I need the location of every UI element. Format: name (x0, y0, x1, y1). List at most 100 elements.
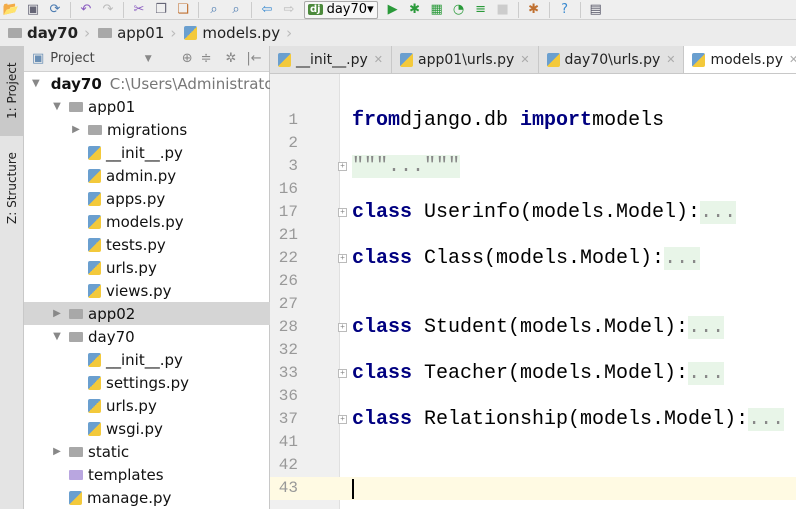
tree-item[interactable]: templates (24, 463, 270, 486)
breadcrumb-models[interactable]: models.py › (184, 24, 292, 42)
tree-item[interactable]: models.py (24, 210, 270, 233)
collapse-arrow-icon[interactable]: ▼ (51, 331, 63, 342)
redo-icon[interactable]: ↷ (97, 1, 119, 19)
tree-item[interactable]: ▶ static (24, 440, 270, 463)
find-icon[interactable]: ⌕ (203, 1, 225, 19)
debug-icon[interactable]: ✱ (404, 1, 426, 19)
copy-icon[interactable]: ❐ (150, 1, 172, 19)
project-view-selector[interactable]: Project (50, 51, 94, 66)
code-line[interactable]: 22 + class Class(models.Model):... (270, 247, 796, 270)
folded-region[interactable]: ... (748, 408, 785, 431)
code-line[interactable]: 16 (270, 178, 796, 201)
code-line[interactable]: 28 + class Student(models.Model):... (270, 316, 796, 339)
folded-region[interactable]: """...""" (352, 155, 461, 178)
paste-icon[interactable]: ❏ (172, 1, 194, 19)
help-icon[interactable]: ? (554, 1, 576, 19)
close-tab-icon[interactable]: ✕ (789, 53, 796, 66)
tree-item[interactable]: settings.py (24, 371, 270, 394)
profile-icon[interactable]: ◔ (448, 1, 470, 19)
undo-icon[interactable]: ↶ (75, 1, 97, 19)
tree-item[interactable]: views.py (24, 279, 270, 302)
sdk-icon[interactable]: ▤ (585, 1, 607, 19)
code-line[interactable]: 43 (270, 477, 796, 500)
code-line[interactable]: 42 (270, 454, 796, 477)
folded-region[interactable]: ... (688, 316, 725, 339)
expand-fold-icon[interactable]: + (338, 323, 347, 332)
expand-fold-icon[interactable]: + (338, 162, 347, 171)
structure-tool-button[interactable]: Z: Structure (0, 141, 24, 236)
close-tab-icon[interactable]: ✕ (520, 53, 529, 66)
tree-item[interactable]: apps.py (24, 187, 270, 210)
close-tab-icon[interactable]: ✕ (666, 53, 675, 66)
tree-item[interactable]: ▶ migrations (24, 118, 270, 141)
tree-item[interactable]: __init__.py (24, 141, 270, 164)
line-number: 36 (278, 387, 298, 405)
code-line[interactable]: 21 (270, 224, 796, 247)
code-line[interactable]: 1 fromdjango.db importmodels (270, 109, 796, 132)
open-folder-icon[interactable]: 📂 (0, 1, 22, 19)
project-tool-button[interactable]: 1: Project (0, 46, 24, 136)
tab-day70-urls-py[interactable]: day70\urls.py ✕ (538, 46, 685, 73)
expand-arrow-icon[interactable]: ▶ (51, 308, 63, 319)
tab-app01-urls-py[interactable]: app01\urls.py ✕ (391, 46, 539, 73)
code-line[interactable]: 36 (270, 385, 796, 408)
collapse-all-icon[interactable]: ≑ (201, 51, 212, 66)
run-configuration-select[interactable]: dj day70 ▾ (304, 0, 378, 19)
expand-fold-icon[interactable]: + (338, 369, 347, 378)
tree-item[interactable]: urls.py (24, 256, 270, 279)
scroll-from-source-icon[interactable]: ⊕ (182, 51, 193, 66)
settings-icon[interactable]: ✱ (523, 1, 545, 19)
code-editor[interactable]: 1 fromdjango.db importmodels 2 3 + """...""" 1… (270, 74, 796, 509)
expand-fold-icon[interactable]: + (338, 415, 347, 424)
concurrency-icon[interactable]: ≡ (470, 1, 492, 19)
code-line[interactable]: 2 (270, 132, 796, 155)
run-icon[interactable]: ▶ (382, 1, 404, 19)
breadcrumb-app01[interactable]: app01 › (98, 24, 176, 42)
back-icon[interactable]: ⇦ (256, 1, 278, 19)
code-line[interactable]: 17 + class Userinfo(models.Model):... (270, 201, 796, 224)
forward-icon[interactable]: ⇨ (278, 1, 300, 19)
code-line[interactable]: 32 (270, 339, 796, 362)
dropdown-icon[interactable]: ▼ (145, 54, 152, 64)
tree-item[interactable]: urls.py (24, 394, 270, 417)
tree-item[interactable]: ▼ app01 (24, 95, 270, 118)
code-line[interactable]: 33 + class Teacher(models.Model):... (270, 362, 796, 385)
tree-item[interactable]: wsgi.py (24, 417, 270, 440)
expand-fold-icon[interactable]: + (338, 254, 347, 263)
code-token: Teacher(models.Model): (412, 362, 689, 385)
folded-region[interactable]: ... (664, 247, 701, 270)
tab-models-py[interactable]: models.py ✕ (684, 46, 796, 73)
expand-fold-icon[interactable]: + (338, 208, 347, 217)
replace-icon[interactable]: ⌕ (225, 1, 247, 19)
coverage-icon[interactable]: ▦ (426, 1, 448, 19)
tree-item[interactable]: ▼ day70 C:\Users\Administrator\ (24, 72, 285, 95)
code-line[interactable]: 37 + class Relationship(models.Model):... (270, 408, 796, 431)
code-line[interactable]: 3 + """...""" (270, 155, 796, 178)
hide-icon[interactable]: |← (246, 51, 261, 66)
collapse-arrow-icon[interactable]: ▼ (32, 78, 40, 89)
tree-item[interactable]: ▶ app02 (24, 302, 270, 325)
close-tab-icon[interactable]: ✕ (374, 53, 383, 66)
breadcrumb-label: day70 (27, 24, 79, 42)
code-line[interactable]: 41 (270, 431, 796, 454)
tree-item[interactable]: admin.py (24, 164, 270, 187)
tab-label: day70\urls.py (564, 51, 661, 68)
breadcrumb-day70[interactable]: day70 › (8, 24, 90, 42)
tree-item[interactable]: ▼ day70 (24, 325, 270, 348)
code-line[interactable]: 27 (270, 293, 796, 316)
tab--init-py[interactable]: __init__.py ✕ (270, 46, 392, 73)
tree-item[interactable]: manage.py (24, 486, 270, 509)
expand-arrow-icon[interactable]: ▶ (70, 124, 82, 135)
expand-arrow-icon[interactable]: ▶ (51, 446, 63, 457)
tree-item[interactable]: tests.py (24, 233, 270, 256)
cut-icon[interactable]: ✂ (128, 1, 150, 19)
tree-item[interactable]: __init__.py (24, 348, 270, 371)
gear-icon[interactable]: ✲ (226, 51, 237, 66)
save-icon[interactable]: ▣ (22, 1, 44, 19)
collapse-arrow-icon[interactable]: ▼ (51, 101, 63, 112)
sync-icon[interactable]: ⟳ (44, 1, 66, 19)
folded-region[interactable]: ... (688, 362, 725, 385)
stop-icon[interactable]: ■ (492, 1, 514, 19)
folded-region[interactable]: ... (700, 201, 737, 224)
code-line[interactable]: 26 (270, 270, 796, 293)
